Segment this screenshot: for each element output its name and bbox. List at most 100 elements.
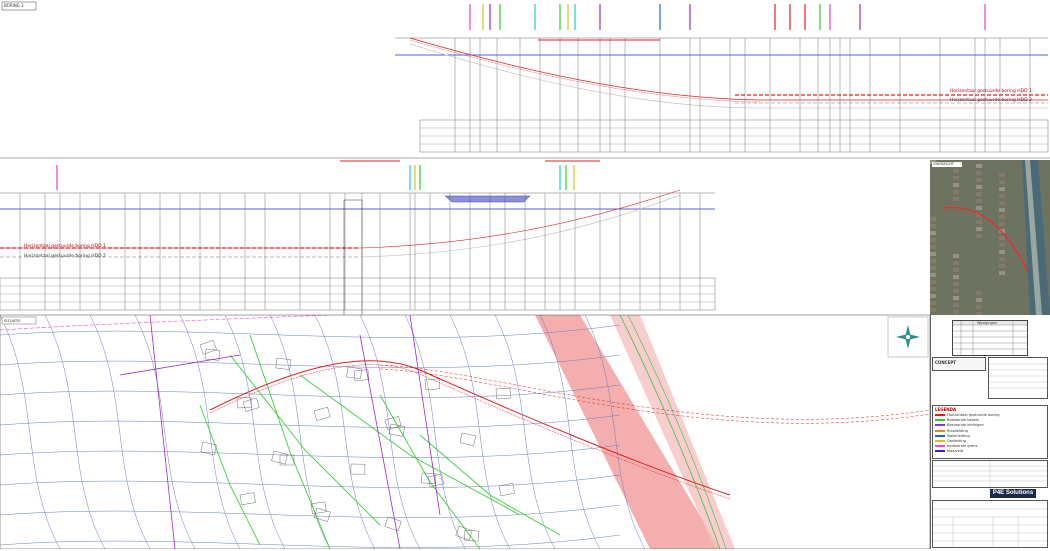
legend-swatch: [935, 424, 945, 427]
aerial-house: [930, 266, 936, 270]
aerial-house: [976, 206, 982, 210]
aerial-title: OVERZICHT: [933, 162, 954, 166]
aerial-house: [953, 303, 959, 307]
aerial-house: [999, 236, 1005, 240]
aerial-house: [953, 197, 959, 201]
aerial-house: [976, 171, 982, 175]
company-box-label: CONCEPT: [935, 360, 957, 365]
drawing-info-box: [932, 460, 1048, 488]
legend-item: Gasleiding: [935, 439, 966, 443]
legend-item: Bestaande leidingen: [935, 423, 984, 427]
aerial-house: [930, 294, 936, 298]
revision-table-title: Wijzigingen: [977, 320, 998, 325]
aerial-house: [976, 227, 982, 231]
legend-swatch: [935, 419, 945, 422]
revision-table: Wijzigingen: [952, 320, 1028, 356]
aerial-house: [976, 305, 982, 309]
legend-label: Horizontaal gestuurde boring: [947, 413, 1000, 417]
aerial-house: [999, 180, 1005, 184]
title-info-box: [932, 500, 1048, 548]
aerial-house: [953, 176, 959, 180]
aerial-house: [976, 291, 982, 295]
legend-item: Maaiveld: [935, 449, 963, 453]
aerial-house: [930, 231, 936, 235]
aerial-house: [953, 261, 959, 265]
aerial-house: [953, 296, 959, 300]
profile-top: [0, 1, 1050, 159]
legend-swatch: [935, 445, 945, 448]
company-logo: P4E Solutions: [990, 489, 1036, 498]
aerial-house: [930, 287, 936, 291]
aerial-house: [999, 173, 1005, 177]
aerial-house: [999, 257, 1005, 261]
legend-label: Gasleiding: [947, 439, 966, 443]
legend-swatch: [935, 450, 945, 453]
aerial-house: [976, 185, 982, 189]
legend-label: Maaiveld: [947, 449, 964, 454]
aerial-house: [976, 192, 982, 196]
aerial-house: [930, 301, 936, 305]
profile-mid-label-lower: Horizontaal gestuurde boring HDD 2: [24, 254, 106, 259]
profile-top-label-lower: Horizontaal gestuurde boring HDD 2: [950, 98, 1032, 103]
legend-title: LEGENDA: [935, 407, 957, 412]
aerial-house: [999, 215, 1005, 219]
profile-mid-label-upper: Horizontaal gestuurde boring HDD 1: [24, 244, 106, 249]
legend-box: LEGENDA Horizontaal gestuurde boring Best…: [932, 405, 1048, 459]
aerial-house: [999, 187, 1005, 191]
company-box: CONCEPT: [932, 357, 986, 371]
aerial-house: [976, 298, 982, 302]
aerial-house: [976, 164, 982, 168]
aerial-house: [976, 234, 982, 238]
legend-swatch: [935, 414, 945, 416]
legend-label: Bestaande kabels: [947, 418, 979, 423]
aerial-house: [953, 275, 959, 279]
aerial-house: [999, 222, 1005, 226]
legend-item: Horizontaal gestuurde boring: [935, 413, 1000, 417]
aerial-house: [953, 289, 959, 293]
legend-item: Rioolleiding: [935, 429, 968, 433]
profile-top-label-upper: Horizontaal gestuurde boring HDD 1: [950, 89, 1032, 94]
legend-swatch: [935, 434, 945, 437]
aerial-house: [999, 264, 1005, 268]
aerial-house: [999, 243, 1005, 247]
drawing-sheet: BORING 2 Horizontaal gestuurde boring HD…: [0, 0, 1050, 549]
legend-item: Bestaande kabels: [935, 418, 979, 422]
aerial-house: [953, 310, 959, 314]
aerial-house: [953, 190, 959, 194]
legend-item: Kadastrale grens: [935, 444, 977, 448]
legend-label: Rioolleiding: [947, 428, 968, 433]
aerial-house: [930, 273, 936, 277]
aerial-house: [953, 183, 959, 187]
aerial-house: [976, 220, 982, 224]
aerial-house: [930, 217, 936, 221]
legend-label: Bestaande leidingen: [947, 423, 984, 428]
map-panel-tag: SITUATIE: [4, 318, 21, 323]
aerial-house: [999, 208, 1005, 212]
project-info-box: [988, 357, 1048, 399]
legend-swatch: [935, 440, 945, 442]
corner-tag: BORING 2: [4, 3, 24, 8]
aerial-house: [930, 238, 936, 242]
aerial-house: [999, 250, 1005, 254]
aerial-house: [930, 252, 936, 256]
aerial-house: [953, 268, 959, 272]
legend-swatch: [935, 429, 945, 432]
aerial-house: [930, 245, 936, 249]
aerial-house: [930, 308, 936, 312]
aerial-house: [976, 178, 982, 182]
legend-label: Kadastrale grens: [947, 444, 978, 449]
aerial-house: [953, 254, 959, 258]
legend-item: Waterleiding: [935, 434, 970, 438]
aerial-house: [930, 224, 936, 228]
aerial-house: [999, 194, 1005, 198]
aerial-overview: OVERZICHT: [930, 160, 1050, 315]
aerial-house: [976, 312, 982, 315]
aerial-house: [999, 201, 1005, 205]
aerial-house: [953, 282, 959, 286]
aerial-house: [930, 259, 936, 263]
aerial-house: [976, 199, 982, 203]
aerial-house: [999, 271, 1005, 275]
legend-label: Waterleiding: [947, 433, 970, 438]
aerial-house: [930, 280, 936, 284]
profile-mid: [0, 160, 930, 318]
